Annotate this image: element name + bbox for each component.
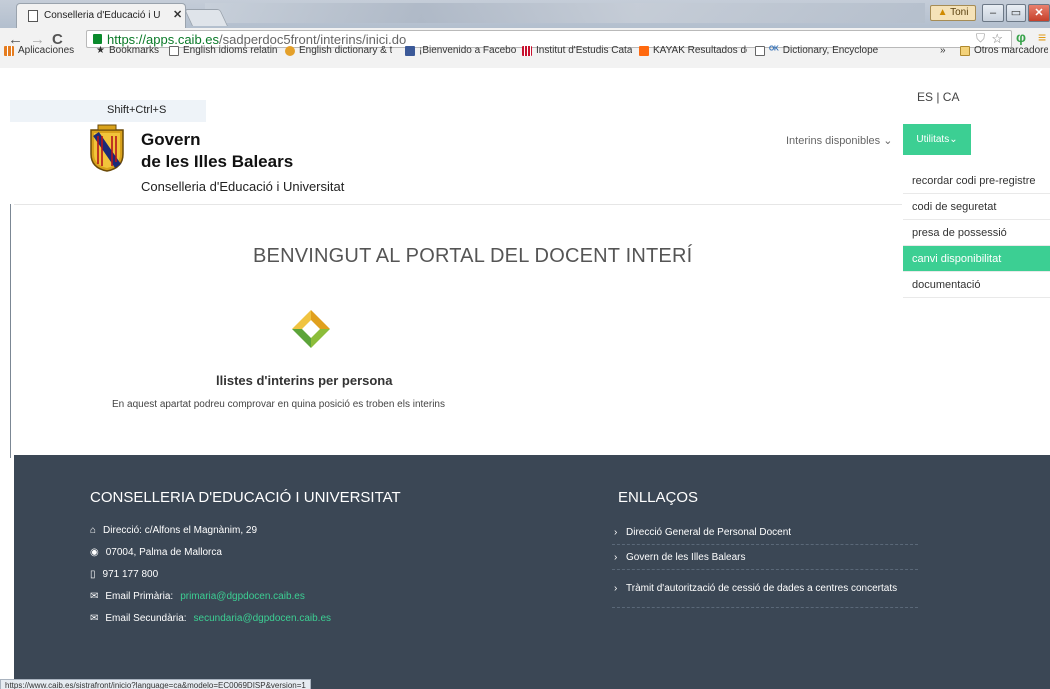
section-title[interactable]: llistes d'interins per persona — [216, 373, 392, 388]
bookmark-item[interactable]: Aplicaciones — [4, 45, 90, 56]
page-content: ES | CA Shift+Ctrl+S Govern de les Illes… — [0, 68, 1050, 689]
titlebar-background — [205, 3, 925, 23]
bookmark-item[interactable]: English dictionary & t — [285, 45, 395, 56]
utilitats-dropdown: recordar codi pre-registre codi de segur… — [903, 168, 1050, 298]
nav-interins-label: Interins disponibles — [786, 135, 881, 147]
footer-title: CONSELLERIA D'EDUCACIÓ I UNIVERSITAT — [90, 489, 401, 506]
nav-interins-disponibles[interactable]: Interins disponibles ⌄ — [786, 134, 892, 147]
window-titlebar: Conselleria d'Educació i U ✕ ▲ Toni – ▭ … — [0, 0, 1050, 28]
email-primaria-link[interactable]: primaria@dgpdocen.caib.es — [180, 591, 305, 602]
dropdown-item-canvi-disponibilitat[interactable]: canvi disponibilitat — [903, 246, 1050, 272]
profile-badge[interactable]: ▲ Toni — [930, 5, 976, 21]
profile-name: Toni — [950, 7, 969, 18]
browser-toolbar: ← → C https://apps.caib.es/sadperdoc5fro… — [0, 28, 1050, 68]
thefreedictionary-icon: ᴼᴷ — [769, 45, 779, 56]
browser-tab[interactable]: Conselleria d'Educació i U ✕ — [16, 3, 186, 28]
bookmark-item[interactable]: English idioms relatin — [169, 45, 281, 56]
dropdown-item-documentacio[interactable]: documentació — [903, 272, 1050, 298]
dropdown-item-presa-possessio[interactable]: presa de possessió — [903, 220, 1050, 246]
bookmark-item[interactable]: KAYAK Resultados de — [639, 45, 747, 56]
envelope-icon: ✉ — [90, 613, 99, 624]
page-icon — [169, 45, 179, 56]
page-title: BENVINGUT AL PORTAL DEL DOCENT INTERÍ — [253, 245, 693, 267]
utilitats-label: Utilitats — [916, 134, 950, 145]
apps-grid-icon — [4, 45, 14, 56]
maximize-button[interactable]: ▭ — [1006, 4, 1026, 22]
footer-address: ⌂ Direcció: c/Alfons el Magnànim, 29 — [90, 525, 258, 536]
dropdown-item-recordar-codi[interactable]: recordar codi pre-registre — [903, 168, 1050, 194]
footer-link[interactable]: › Govern de les Illes Balears — [612, 552, 918, 570]
links-title: ENLLAÇOS — [618, 489, 699, 506]
chevron-right-icon: › — [614, 527, 618, 538]
close-window-button[interactable]: ✕ — [1028, 4, 1050, 22]
kayak-icon — [639, 45, 649, 56]
brand-line-1: Govern — [141, 130, 201, 149]
language-switcher[interactable]: ES | CA — [917, 90, 959, 104]
brand-subtitle: Conselleria d'Educació i Universitat — [141, 179, 345, 194]
home-icon: ⌂ — [90, 525, 97, 536]
section-description: En aquest apartat podreu comprovar en qu… — [112, 399, 445, 410]
bookmark-item[interactable]: ¡Bienvenido a Facebo — [405, 45, 517, 56]
bookmarks-bar: Aplicaciones ★ Bookmarks English idioms … — [0, 43, 1050, 61]
warning-icon: ▲ — [937, 7, 948, 18]
utilitats-button[interactable]: Utilitats⌄ — [903, 124, 971, 155]
phone-icon: ▯ — [90, 569, 96, 580]
bookmark-item[interactable]: ★ Bookmarks — [96, 45, 168, 56]
page-border — [10, 204, 11, 458]
facebook-icon — [405, 45, 415, 56]
coat-of-arms-logo — [90, 124, 124, 172]
email-secundaria-link[interactable]: secundaria@dgpdocen.caib.es — [194, 613, 331, 624]
footer-link[interactable]: › Tràmit d'autorització de cessió de dade… — [612, 577, 918, 608]
footer-city: ◉ 07004, Palma de Mallorca — [90, 547, 222, 558]
footer-email-secundaria: ✉ Email Secundària: secundaria@dgpdocen.… — [90, 613, 332, 624]
header-divider — [14, 204, 902, 205]
location-icon: ◉ — [90, 547, 99, 558]
folder-icon — [960, 45, 970, 56]
new-tab-button[interactable] — [184, 9, 228, 26]
other-bookmarks[interactable]: Otros marcadores — [960, 45, 1048, 56]
star-icon: ★ — [96, 45, 105, 56]
chevron-right-icon: › — [614, 552, 618, 563]
chevron-down-icon: ⌄ — [883, 135, 893, 147]
minimize-button[interactable]: – — [982, 4, 1004, 22]
dictionary-icon — [285, 45, 295, 56]
footer-link[interactable]: › Direcció General de Personal Docent — [612, 527, 918, 545]
bookmark-item[interactable]: ᴼᴷ Dictionary, Encyclope — [755, 45, 889, 56]
shortcut-tooltip: Shift+Ctrl+S — [10, 100, 206, 122]
chevron-down-icon: ⌄ — [949, 134, 958, 145]
bookmark-item[interactable]: Institut d'Estudis Cata — [522, 45, 634, 56]
chevron-right-icon: › — [614, 583, 618, 594]
tab-close-icon[interactable]: ✕ — [173, 8, 182, 21]
iec-icon — [522, 45, 532, 56]
page-icon — [755, 45, 765, 56]
footer-phone: ▯ 971 177 800 — [90, 569, 159, 580]
footer: CONSELLERIA D'EDUCACIÓ I UNIVERSITAT ⌂ D… — [14, 455, 1050, 689]
page-icon — [28, 10, 38, 22]
dropdown-item-codi-seguretat[interactable]: codi de seguretat — [903, 194, 1050, 220]
footer-email-primaria: ✉ Email Primària: primaria@dgpdocen.caib… — [90, 591, 305, 602]
refresh-arrows-icon[interactable] — [290, 308, 332, 350]
tab-title: Conselleria d'Educació i U — [44, 10, 161, 21]
envelope-icon: ✉ — [90, 591, 99, 602]
status-bar: https://www.caib.es/sistrafront/inicio?l… — [0, 679, 311, 689]
brand-line-2: de les Illes Balears — [141, 152, 294, 171]
bookmarks-overflow-button[interactable]: » — [940, 45, 946, 56]
